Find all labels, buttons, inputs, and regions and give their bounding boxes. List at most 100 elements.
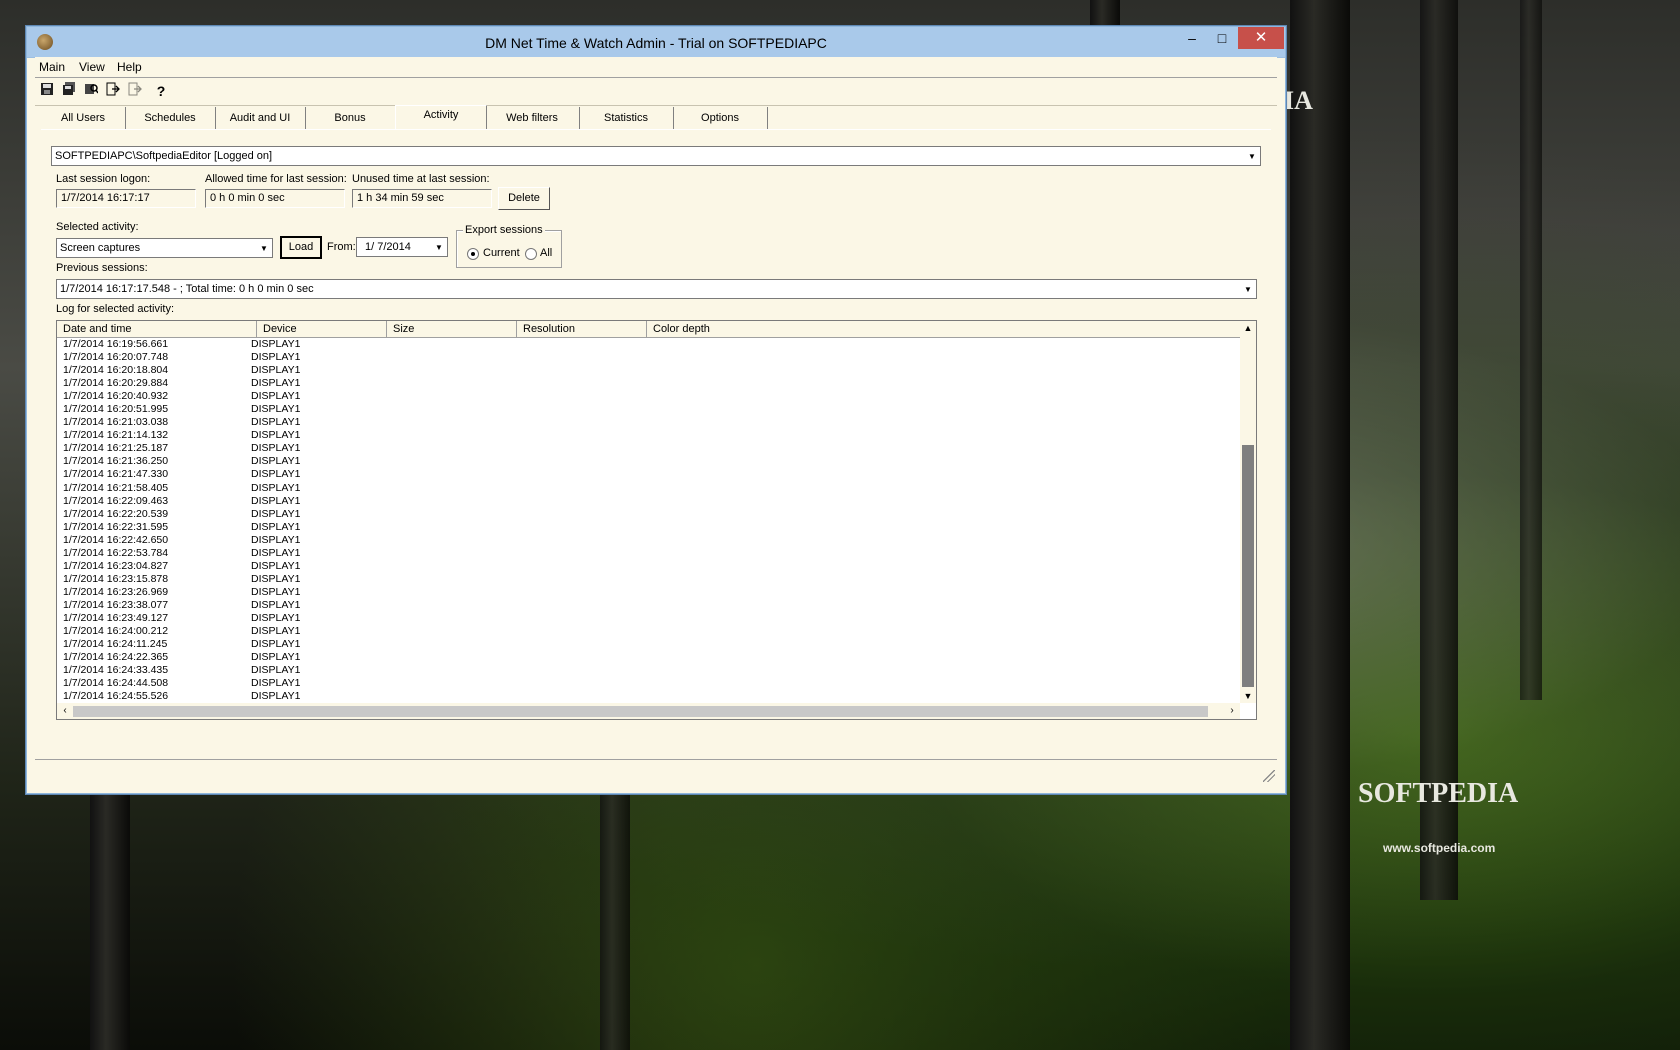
app-window: DM Net Time & Watch Admin - Trial on SOF… <box>26 26 1286 794</box>
table-row[interactable]: 1/7/2014 16:23:04.827 DISPLAY1 <box>57 560 1240 573</box>
table-row[interactable]: 1/7/2014 16:22:42.650 DISPLAY1 <box>57 534 1240 547</box>
table-row[interactable]: 1/7/2014 16:20:40.932 DISPLAY1 <box>57 390 1240 403</box>
tab-activity[interactable]: Activity <box>395 105 487 130</box>
export-all-label[interactable]: All <box>540 247 552 259</box>
scroll-down-icon[interactable]: ▼ <box>1240 689 1256 703</box>
table-row[interactable]: 1/7/2014 16:21:36.250 DISPLAY1 <box>57 455 1240 468</box>
cell-date-and-time: 1/7/2014 16:23:04.827 <box>63 559 169 572</box>
maximize-button[interactable]: □ <box>1207 27 1237 49</box>
export-all-radio[interactable] <box>525 248 537 260</box>
column-header-color-depth[interactable]: Color depth <box>647 321 1242 337</box>
tab-statistics[interactable]: Statistics <box>579 107 674 129</box>
tab-schedules[interactable]: Schedules <box>125 107 216 129</box>
cell-device: DISPLAY1 <box>251 390 301 403</box>
export-current-label[interactable]: Current <box>483 247 520 259</box>
window-title: DM Net Time & Watch Admin - Trial on SOF… <box>485 35 827 51</box>
table-row[interactable]: 1/7/2014 16:24:22.365 DISPLAY1 <box>57 651 1240 664</box>
column-header-resolution[interactable]: Resolution <box>517 321 647 337</box>
tab-options[interactable]: Options <box>673 107 768 129</box>
activity-select[interactable]: Screen captures ▼ <box>56 238 273 258</box>
save-icon[interactable] <box>38 82 56 100</box>
find-icon[interactable] <box>82 82 100 100</box>
menu-main[interactable]: Main <box>39 60 65 74</box>
export-current-radio[interactable] <box>467 248 479 260</box>
cell-date-and-time: 1/7/2014 16:20:51.995 <box>63 403 169 416</box>
table-row[interactable]: 1/7/2014 16:20:29.884 DISPLAY1 <box>57 377 1240 390</box>
chevron-down-icon[interactable]: ▼ <box>1242 283 1254 296</box>
table-row[interactable]: 1/7/2014 16:19:56.661 DISPLAY1 <box>57 338 1240 351</box>
cell-device: DISPLAY1 <box>251 481 301 494</box>
export-icon[interactable] <box>104 82 122 100</box>
table-row[interactable]: 1/7/2014 16:22:31.595 DISPLAY1 <box>57 521 1240 534</box>
user-select-value: SOFTPEDIAPC\SoftpediaEditor [Logged on] <box>55 150 273 162</box>
table-row[interactable]: 1/7/2014 16:21:58.405 DISPLAY1 <box>57 482 1240 495</box>
scroll-right-icon[interactable]: › <box>1224 703 1240 719</box>
save-all-icon[interactable] <box>60 82 78 100</box>
cell-date-and-time: 1/7/2014 16:22:09.463 <box>63 494 169 507</box>
table-row[interactable]: 1/7/2014 16:23:49.127 DISPLAY1 <box>57 612 1240 625</box>
menu-help[interactable]: Help <box>117 60 142 74</box>
cell-device: DISPLAY1 <box>251 559 301 572</box>
table-row[interactable]: 1/7/2014 16:21:25.187 DISPLAY1 <box>57 442 1240 455</box>
allowed-time-field: 0 h 0 min 0 sec <box>205 189 345 208</box>
cell-device: DISPLAY1 <box>251 533 301 546</box>
close-button[interactable]: ✕ <box>1238 27 1284 49</box>
horizontal-scroll-thumb[interactable] <box>73 706 1208 717</box>
delete-button[interactable]: Delete <box>498 187 550 210</box>
horizontal-scrollbar[interactable]: ‹ › <box>57 703 1240 719</box>
scroll-up-icon[interactable]: ▲ <box>1240 321 1256 335</box>
cell-date-and-time: 1/7/2014 16:23:26.969 <box>63 585 169 598</box>
vertical-scrollbar[interactable]: ▲ ▼ <box>1240 321 1256 703</box>
table-row[interactable]: 1/7/2014 16:22:20.539 DISPLAY1 <box>57 508 1240 521</box>
table-row[interactable]: 1/7/2014 16:24:55.526 DISPLAY1 <box>57 690 1240 703</box>
from-date-picker[interactable]: 1/ 7/2014 ▼ <box>356 237 448 257</box>
tab-audit-and-ui[interactable]: Audit and UI <box>215 107 306 129</box>
table-row[interactable]: 1/7/2014 16:20:18.804 DISPLAY1 <box>57 364 1240 377</box>
table-row[interactable]: 1/7/2014 16:23:26.969 DISPLAY1 <box>57 586 1240 599</box>
table-row[interactable]: 1/7/2014 16:23:38.077 DISPLAY1 <box>57 599 1240 612</box>
tab-all-users[interactable]: All Users <box>41 107 126 129</box>
table-row[interactable]: 1/7/2014 16:20:51.995 DISPLAY1 <box>57 403 1240 416</box>
table-row[interactable]: 1/7/2014 16:24:00.212 DISPLAY1 <box>57 625 1240 638</box>
cell-device: DISPLAY1 <box>251 416 301 429</box>
table-row[interactable]: 1/7/2014 16:20:07.748 DISPLAY1 <box>57 351 1240 364</box>
table-row[interactable]: 1/7/2014 16:21:47.330 DISPLAY1 <box>57 468 1240 481</box>
cell-device: DISPLAY1 <box>251 625 301 638</box>
table-row[interactable]: 1/7/2014 16:24:11.245 DISPLAY1 <box>57 638 1240 651</box>
desktop-tree <box>90 780 130 1050</box>
table-row[interactable]: 1/7/2014 16:22:09.463 DISPLAY1 <box>57 495 1240 508</box>
chevron-down-icon[interactable]: ▼ <box>433 241 445 254</box>
load-button[interactable]: Load <box>280 236 322 259</box>
cell-device: DISPLAY1 <box>251 364 301 377</box>
column-header-size[interactable]: Size <box>387 321 517 337</box>
cell-device: DISPLAY1 <box>251 598 301 611</box>
tab-web-filters[interactable]: Web filters <box>485 107 580 129</box>
column-header-device[interactable]: Device <box>257 321 387 337</box>
table-row[interactable]: 1/7/2014 16:21:03.038 DISPLAY1 <box>57 416 1240 429</box>
softpedia-partial-text: IA <box>1284 86 1313 115</box>
resize-grip-icon[interactable] <box>1263 770 1275 782</box>
cell-date-and-time: 1/7/2014 16:24:33.435 <box>63 664 169 677</box>
cell-device: DISPLAY1 <box>251 585 301 598</box>
scroll-left-icon[interactable]: ‹ <box>57 703 73 719</box>
table-row[interactable]: 1/7/2014 16:23:15.878 DISPLAY1 <box>57 573 1240 586</box>
cell-device: DISPLAY1 <box>251 638 301 651</box>
help-icon[interactable]: ? <box>152 82 170 100</box>
column-header-date-and-time[interactable]: Date and time <box>57 321 257 337</box>
chevron-down-icon[interactable]: ▼ <box>1246 150 1258 163</box>
tab-bonus[interactable]: Bonus <box>305 107 396 129</box>
chevron-down-icon[interactable]: ▼ <box>258 242 270 255</box>
table-row[interactable]: 1/7/2014 16:24:44.508 DISPLAY1 <box>57 677 1240 690</box>
previous-sessions-select[interactable]: 1/7/2014 16:17:17.548 - ; Total time: 0 … <box>56 279 1257 299</box>
menu-view[interactable]: View <box>79 60 105 74</box>
user-select[interactable]: SOFTPEDIAPC\SoftpediaEditor [Logged on] … <box>51 146 1261 166</box>
table-row[interactable]: 1/7/2014 16:22:53.784 DISPLAY1 <box>57 547 1240 560</box>
activity-log-table[interactable]: Date and time Device Size Resolution Col… <box>56 320 1257 720</box>
vertical-scroll-thumb[interactable] <box>1242 445 1254 687</box>
table-row[interactable]: 1/7/2014 16:24:33.435 DISPLAY1 <box>57 664 1240 677</box>
table-row[interactable]: 1/7/2014 16:21:14.132 DISPLAY1 <box>57 429 1240 442</box>
exit-icon[interactable] <box>126 82 144 100</box>
minimize-button[interactable]: – <box>1177 27 1207 49</box>
export-sessions-group: Export sessions Current All <box>456 224 562 268</box>
title-bar[interactable]: DM Net Time & Watch Admin - Trial on SOF… <box>27 27 1285 58</box>
